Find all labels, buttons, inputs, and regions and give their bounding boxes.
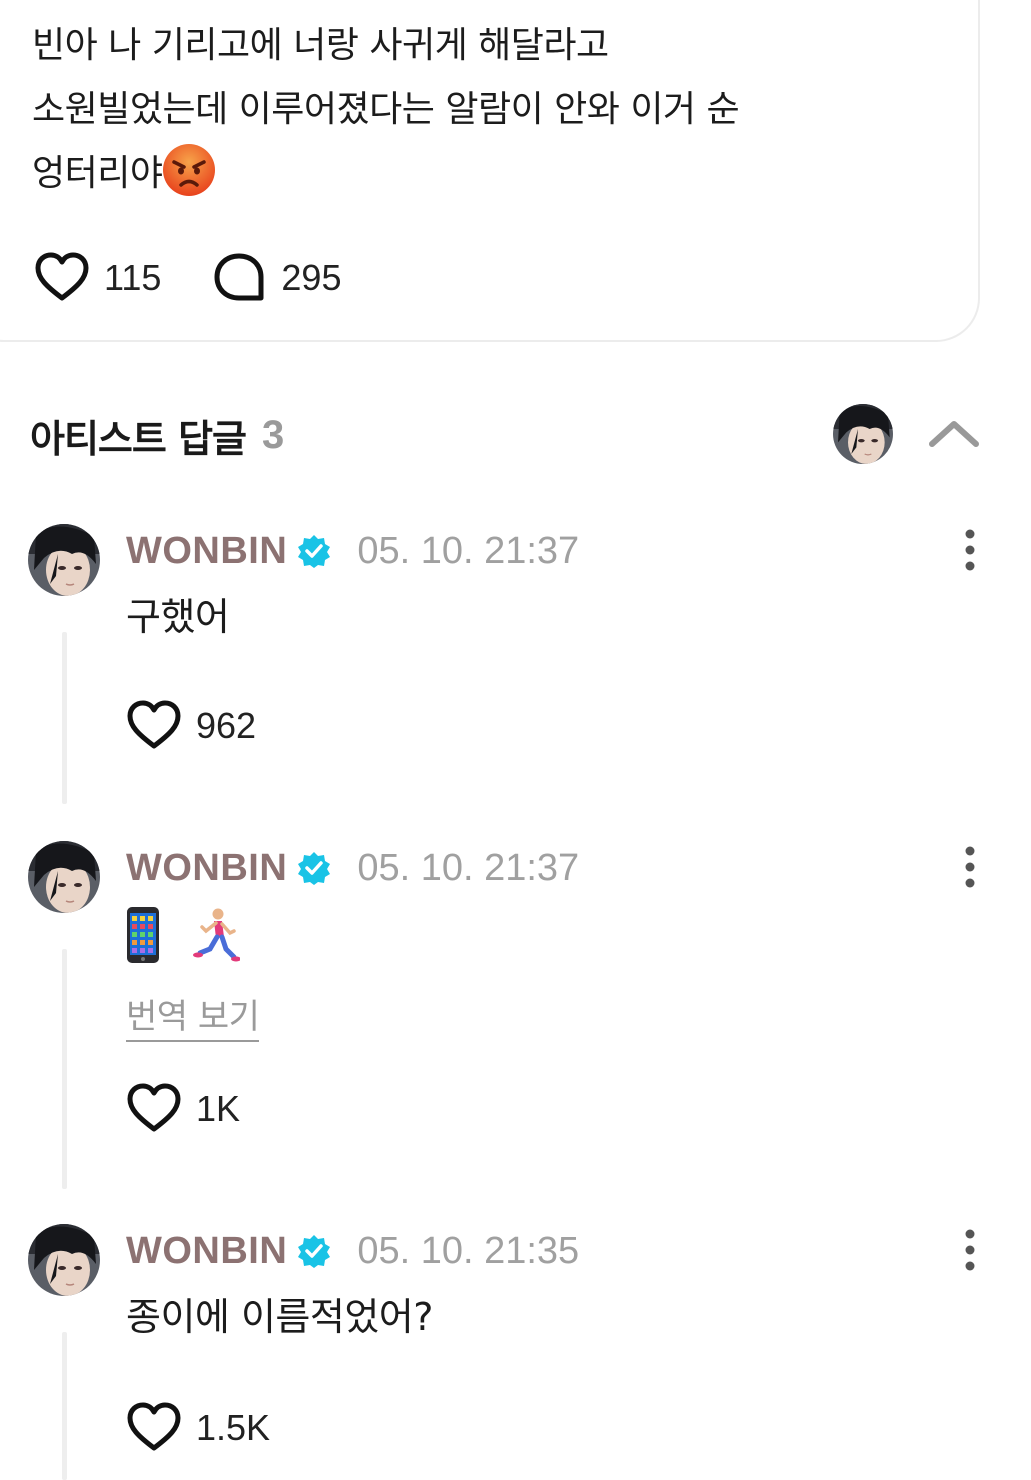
artist-replies-header: 아티스트 답글 3 — [30, 402, 980, 468]
verified-badge-icon — [297, 534, 331, 568]
mobile-phone-emoji — [127, 907, 159, 963]
avatar-image — [28, 841, 100, 913]
heart-icon — [34, 250, 90, 306]
reply-text: 종이에 이름적었어? — [126, 1295, 433, 1339]
artist-replies-title: 아티스트 답글 — [30, 416, 247, 461]
author-name[interactable]: WONBIN — [126, 847, 287, 890]
reply-like-count: 1.5K — [196, 1407, 271, 1448]
artist-reply: WONBIN 05. 10. 21:37 구했어 962 — [28, 524, 988, 804]
post-like-button[interactable]: 115 — [34, 250, 161, 306]
reply-meta: WONBIN 05. 10. 21:37 — [126, 843, 579, 893]
person-running-emoji — [193, 908, 240, 962]
more-options-icon[interactable] — [958, 1228, 982, 1272]
heart-icon — [126, 1081, 182, 1137]
reply-timestamp: 05. 10. 21:35 — [357, 1229, 580, 1272]
reply-meta: WONBIN 05. 10. 21:37 — [126, 526, 579, 576]
reply-timestamp: 05. 10. 21:37 — [357, 846, 580, 889]
post-comment-button[interactable]: 295 — [211, 250, 341, 306]
reply-meta: WONBIN 05. 10. 21:35 — [126, 1226, 579, 1276]
verified-badge-icon — [297, 1234, 331, 1268]
author-name[interactable]: WONBIN — [126, 1230, 287, 1273]
see-translation-link[interactable]: 번역 보기 — [126, 989, 260, 1042]
post-card: 빈아 나 기리고에 너랑 사귀게 해달라고 소원빌었는데 이루어졌다는 알람이 … — [0, 0, 980, 342]
chevron-up-icon[interactable] — [926, 412, 982, 456]
heart-icon — [126, 698, 182, 754]
avatar-image — [833, 404, 893, 464]
artist-replies-count: 3 — [262, 412, 285, 457]
comment-bubble-icon — [214, 253, 264, 301]
thread-line — [62, 632, 67, 804]
more-options-icon[interactable] — [958, 528, 982, 572]
thread-line — [62, 949, 67, 1189]
reply-like-button[interactable]: 962 — [126, 698, 256, 754]
artist-reply: WONBIN 05. 10. 21:35 종이에 이름적었어? 1.5K — [28, 1224, 988, 1480]
reply-like-button[interactable]: 1K — [126, 1081, 240, 1137]
more-options-icon[interactable] — [958, 845, 982, 889]
verified-badge-icon — [297, 851, 331, 885]
reply-like-button[interactable]: 1.5K — [126, 1400, 270, 1456]
avatar[interactable] — [28, 841, 100, 913]
artist-reply: WONBIN 05. 10. 21:37 번역 보기 1K — [28, 841, 988, 1189]
artist-avatar[interactable] — [833, 404, 893, 464]
post-comment-count: 295 — [281, 257, 342, 298]
post-text: 빈아 나 기리고에 너랑 사귀게 해달라고 소원빌었는데 이루어졌다는 알람이 … — [32, 14, 932, 206]
post-like-count: 115 — [104, 257, 162, 298]
reply-emojis — [126, 903, 270, 967]
thread-line — [62, 1332, 67, 1480]
heart-icon — [126, 1400, 182, 1456]
post-line: 빈아 나 기리고에 너랑 사귀게 해달라고 — [32, 25, 609, 66]
avatar[interactable] — [28, 1224, 100, 1296]
post-line-with-emoji: 엉터리야 — [32, 142, 932, 206]
post-actions: 115 295 — [34, 250, 391, 306]
avatar-image — [28, 524, 100, 596]
fan-post-screen: 빈아 나 기리고에 너랑 사귀게 해달라고 소원빌었는데 이루어졌다는 알람이 … — [0, 0, 1031, 1480]
reply-like-count: 1K — [196, 1088, 241, 1129]
post-line: 엉터리야 — [32, 153, 163, 194]
reply-like-count: 962 — [196, 705, 257, 746]
reply-timestamp: 05. 10. 21:37 — [357, 529, 580, 572]
avatar-image — [28, 1224, 100, 1296]
reply-text: 구했어 — [126, 595, 230, 639]
angry-face-emoji — [163, 144, 216, 196]
author-name[interactable]: WONBIN — [126, 530, 287, 573]
post-line: 소원빌었는데 이루어졌다는 알람이 안와 이거 순 — [32, 89, 740, 130]
avatar[interactable] — [28, 524, 100, 596]
